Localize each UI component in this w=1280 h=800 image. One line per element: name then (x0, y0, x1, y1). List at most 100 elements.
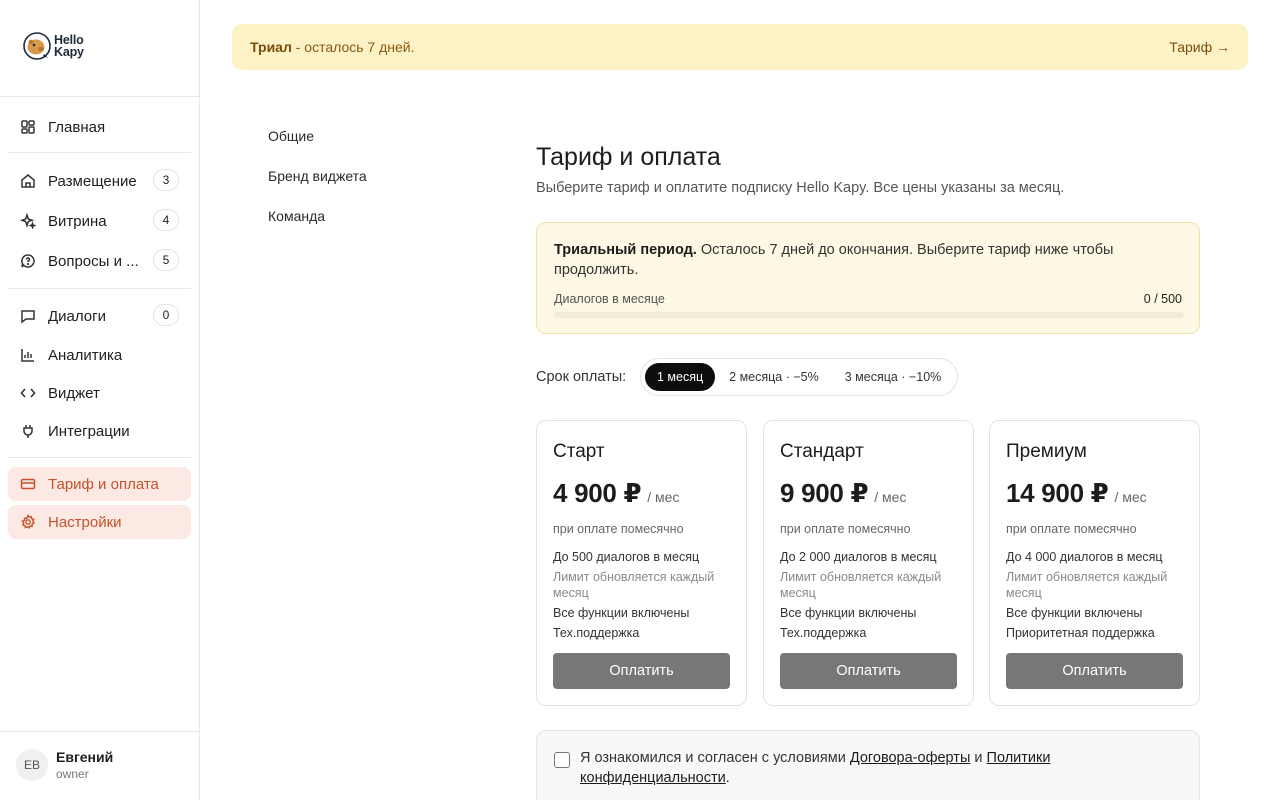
logo[interactable]: Hello Kapy (22, 31, 84, 61)
consent-prefix: Я ознакомился и согласен с условиями (580, 750, 850, 766)
plan-billing-note: при оплате помесячно (553, 522, 684, 536)
consent-text: Я ознакомился и согласен с условиями Дог… (580, 748, 1140, 788)
question-chat-icon (20, 253, 36, 269)
offer-agreement-link[interactable]: Договора-оферты (850, 750, 971, 766)
plan-features: До 500 диалогов в месяц Лимит обновляетс… (553, 549, 733, 645)
billing-period-selector: 1 месяц 2 месяца · −5% 3 месяца · −10% (640, 358, 958, 396)
plan-features: До 4 000 диалогов в месяц Лимит обновляе… (1006, 549, 1186, 645)
plan-feature: Тех.поддержка (780, 626, 867, 640)
user-role: owner (56, 767, 89, 781)
plan-feature: Тех.поддержка (553, 626, 640, 640)
sidebar-item-label: Вопросы и ... (48, 252, 139, 270)
usage-label: Диалогов в месяце (554, 292, 665, 306)
sidebar-item-settings[interactable]: Настройки (8, 505, 191, 539)
trial-period-card: Триальный период. Осталось 7 дней до око… (536, 222, 1200, 334)
plan-price: 14 900 ₽ / мес (1006, 478, 1147, 509)
plan-feature: Все функции включены (1006, 606, 1143, 620)
period-option-1-month[interactable]: 1 месяц (645, 363, 716, 391)
dashboard-icon (20, 119, 36, 135)
trial-banner-text: - осталось 7 дней. (291, 39, 415, 55)
sidebar-item-integrations[interactable]: Интеграции (8, 414, 191, 448)
plan-card-premium: Премиум 14 900 ₽ / мес при оплате помеся… (989, 420, 1200, 706)
consent-mid: и (970, 750, 987, 766)
plan-feature-note: Лимит обновляется каждый месяц (1006, 570, 1168, 600)
sidebar-item-billing[interactable]: Тариф и оплата (8, 467, 191, 501)
sidebar-divider (8, 152, 191, 153)
plan-price-period: / мес (1114, 489, 1147, 505)
plan-price-period: / мес (647, 489, 680, 505)
page-title: Тариф и оплата (536, 143, 721, 171)
chart-icon (20, 347, 36, 363)
plan-price-period: / мес (874, 489, 907, 505)
plan-card-start: Старт 4 900 ₽ / мес при оплате помесячно… (536, 420, 747, 706)
chat-icon (20, 308, 36, 324)
consent-checkbox[interactable] (554, 752, 570, 768)
gear-icon (20, 514, 36, 530)
sidebar-item-placement[interactable]: Размещение 3 (8, 164, 191, 198)
billing-period-label: Срок оплаты: (536, 369, 627, 385)
logo-line-2: Kapy (54, 45, 84, 59)
count-badge: 3 (153, 169, 179, 191)
sidebar-item-label: Диалоги (48, 307, 106, 325)
consent-suffix: . (725, 770, 730, 786)
plan-feature: До 2 000 диалогов в месяц (780, 550, 937, 564)
sidebar-item-label: Тариф и оплата (48, 475, 159, 493)
plan-feature: Приоритетная поддержка (1006, 626, 1155, 640)
trial-banner: Триал - осталось 7 дней. Тариф → (232, 24, 1248, 70)
sidebar-item-widget[interactable]: Виджет (8, 376, 191, 410)
plan-feature: Все функции включены (780, 606, 917, 620)
sidebar-item-home[interactable]: Главная (8, 110, 191, 144)
sidebar-item-label: Размещение (48, 172, 137, 190)
user-profile[interactable]: ЕВ Евгений owner (16, 749, 113, 781)
count-badge: 0 (153, 304, 179, 326)
sidebar-divider (0, 96, 199, 97)
trial-banner-message: Триал - осталось 7 дней. (250, 39, 415, 55)
sidebar-item-dialogs[interactable]: Диалоги 0 (8, 299, 191, 333)
consent-box: Я ознакомился и согласен с условиями Дог… (536, 730, 1200, 800)
sidebar-item-questions[interactable]: Вопросы и ... 5 (8, 244, 191, 278)
home-icon (20, 173, 36, 189)
plan-feature: До 500 диалогов в месяц (553, 550, 700, 564)
sidebar-item-label: Аналитика (48, 346, 123, 364)
count-badge: 5 (153, 249, 179, 271)
sidebar-divider (0, 731, 199, 732)
plan-feature: До 4 000 диалогов в месяц (1006, 550, 1163, 564)
code-icon (20, 385, 36, 401)
logo-text: Hello Kapy (54, 34, 84, 59)
pay-button-standard[interactable]: Оплатить (780, 653, 957, 689)
sidebar-item-label: Витрина (48, 212, 107, 230)
pay-button-premium[interactable]: Оплатить (1006, 653, 1183, 689)
plan-billing-note: при оплате помесячно (1006, 522, 1137, 536)
plan-billing-note: при оплате помесячно (780, 522, 911, 536)
plug-icon (20, 423, 36, 439)
plan-feature-note: Лимит обновляется каждый месяц (780, 570, 942, 600)
trial-period-strong: Триальный период. (554, 242, 697, 258)
plan-name: Старт (553, 441, 605, 462)
plan-feature-note: Лимит обновляется каждый месяц (553, 570, 715, 600)
page-subtitle: Выберите тариф и оплатите подписку Hello… (536, 180, 1065, 196)
sidebar-divider (8, 288, 191, 289)
period-option-3-months[interactable]: 3 месяца · −10% (833, 363, 954, 391)
plan-price: 9 900 ₽ / мес (780, 478, 906, 509)
tariff-link[interactable]: Тариф → (1169, 39, 1230, 55)
plan-price-amount: 9 900 ₽ (780, 478, 869, 508)
sidebar-item-analytics[interactable]: Аналитика (8, 338, 191, 372)
user-name: Евгений (56, 749, 114, 765)
sidebar: Hello Kapy Главная Размещение 3 Витрина … (0, 0, 200, 800)
sidebar-item-label: Настройки (48, 513, 122, 531)
plan-price-amount: 14 900 ₽ (1006, 478, 1109, 508)
plan-features: До 2 000 диалогов в месяц Лимит обновляе… (780, 549, 960, 645)
plan-card-standard: Стандарт 9 900 ₽ / мес при оплате помеся… (763, 420, 974, 706)
subnav-widget-brand[interactable]: Бренд виджета (268, 168, 367, 184)
period-option-2-months[interactable]: 2 месяца · −5% (717, 363, 831, 391)
sidebar-divider (8, 457, 191, 458)
pay-button-start[interactable]: Оплатить (553, 653, 730, 689)
trial-banner-strong: Триал (250, 39, 292, 55)
sidebar-item-showcase[interactable]: Витрина 4 (8, 204, 191, 238)
sidebar-item-label: Виджет (48, 384, 100, 402)
plan-price: 4 900 ₽ / мес (553, 478, 679, 509)
plan-name: Стандарт (780, 441, 864, 462)
subnav-general[interactable]: Общие (268, 128, 314, 144)
subnav-team[interactable]: Команда (268, 208, 325, 224)
plan-feature: Все функции включены (553, 606, 690, 620)
